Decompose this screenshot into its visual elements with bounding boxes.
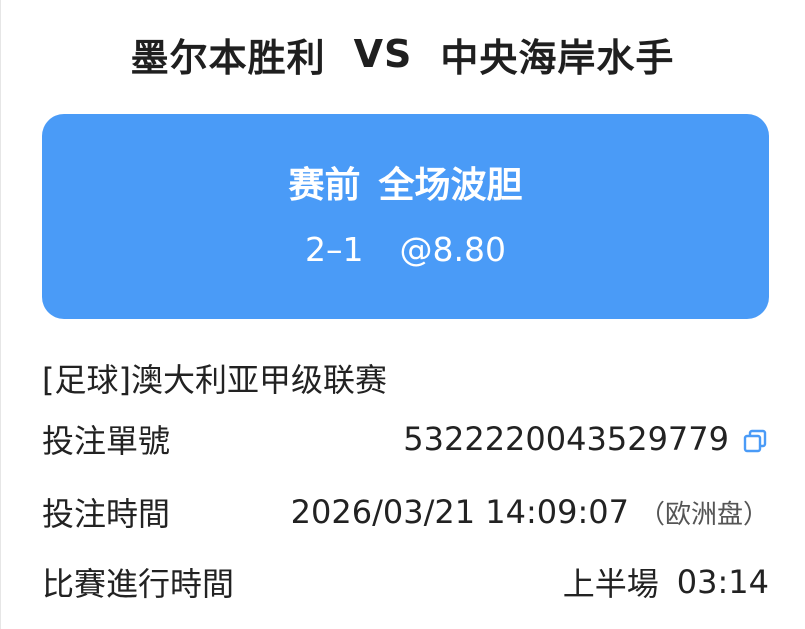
match-clock: 03:14 [676, 563, 769, 601]
match-period: 上半場 [562, 565, 659, 603]
bet-time-row: 投注時間 2026/03/21 14:09:07 （欧洲盘） [42, 490, 769, 534]
bet-id-row: 投注單號 5322220043529779 [42, 417, 769, 461]
bet-stage-label: 赛前 [288, 165, 361, 206]
copy-icon[interactable] [741, 425, 769, 453]
home-team-name: 墨尔本胜利 [130, 35, 326, 80]
bet-market-label: 全场波胆 [378, 165, 523, 206]
match-elapsed-row: 比賽進行時間 上半場 03:14 [42, 560, 769, 604]
league-name: [足球]澳大利亚甲级联赛 [42, 361, 387, 399]
bet-odds: @8.80 [399, 230, 506, 269]
match-elapsed-value-group: 上半場 03:14 [563, 559, 769, 605]
bet-id-value-group: 5322220043529779 [403, 420, 769, 458]
bet-market-line: 赛前 全场波胆 [42, 156, 769, 208]
match-elapsed-label: 比賽進行時間 [42, 565, 235, 603]
bet-id-label: 投注單號 [42, 422, 171, 460]
versus-label: VS [353, 32, 413, 76]
away-team-name: 中央海岸水手 [440, 35, 675, 80]
left-edge-divider [0, 0, 1, 629]
bet-id-value: 5322220043529779 [403, 420, 729, 458]
odds-format-label: （欧洲盘） [638, 499, 769, 530]
match-title: 墨尔本胜利 VS 中央海岸水手 [0, 24, 805, 84]
bet-time-value-group: 2026/03/21 14:09:07 （欧洲盘） [291, 493, 769, 531]
bet-selection-card: 赛前 全场波胆 2–1 @8.80 [42, 114, 769, 319]
bet-time-label: 投注時間 [42, 495, 171, 533]
bet-selection-line: 2–1 @8.80 [42, 230, 769, 269]
bet-time-value: 2026/03/21 14:09:07 [290, 493, 629, 531]
bet-selection-score: 2–1 [305, 230, 364, 269]
